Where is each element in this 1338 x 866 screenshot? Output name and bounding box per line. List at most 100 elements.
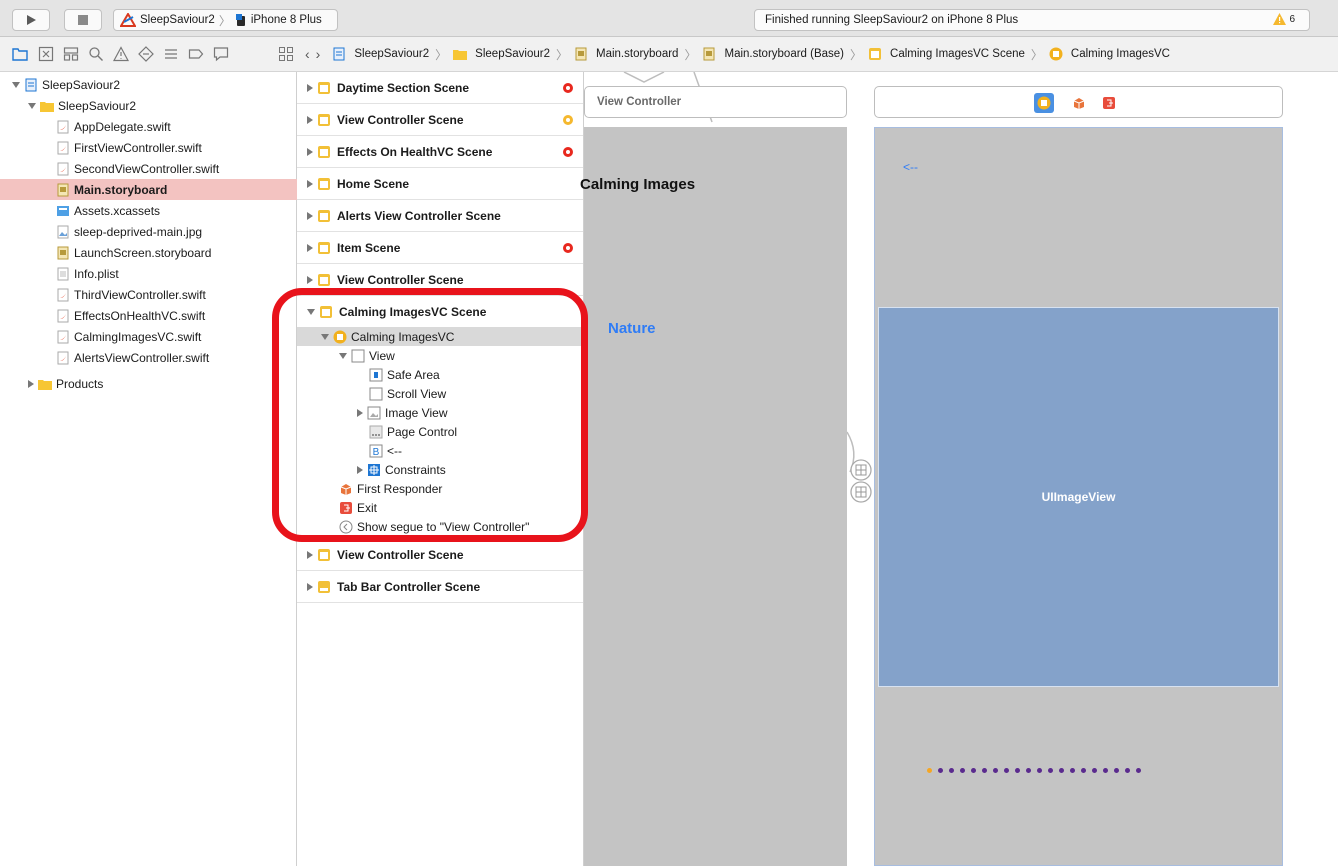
scene-calming-imagesvc[interactable]: Calming ImagesVC Scene [297, 296, 583, 327]
disclosure-closed-icon[interactable] [28, 379, 34, 388]
outline-constraints-row[interactable]: Constraints [357, 460, 446, 479]
related-items-icon[interactable] [278, 46, 294, 62]
disclosure-open-icon[interactable] [321, 333, 329, 340]
outline-safe-area-row[interactable]: Safe Area [369, 365, 440, 384]
page-indicator-dot[interactable] [949, 768, 954, 773]
page-indicator-dot[interactable] [960, 768, 965, 773]
breadcrumb-storyboard-base[interactable]: Main.storyboard (Base) [702, 47, 844, 61]
nature-link-button[interactable]: Nature [608, 320, 656, 337]
view-controller-title-bar[interactable]: View Controller [584, 86, 847, 118]
disclosure-open-icon[interactable] [28, 102, 36, 109]
outline-exit-row[interactable]: Exit [339, 498, 377, 517]
outline-scroll-view-row[interactable]: Scroll View [369, 384, 446, 403]
page-indicator-dot[interactable] [927, 768, 932, 773]
page-indicator-dot[interactable] [1125, 768, 1130, 773]
forward-chevron-icon[interactable]: › [316, 46, 321, 62]
calming-imagesvc-frame[interactable]: <-- UIImageView [874, 127, 1283, 866]
page-indicator-dot[interactable] [1103, 768, 1108, 773]
disclosure-closed-icon[interactable] [307, 148, 313, 156]
report-navigator-icon[interactable] [213, 46, 229, 62]
disclosure-closed-icon[interactable] [307, 212, 313, 220]
scheme-selector[interactable]: SleepSaviour2 〉 iPhone 8 Plus [113, 9, 338, 31]
page-indicator-dot[interactable] [1037, 768, 1042, 773]
page-indicator-dot[interactable] [1070, 768, 1075, 773]
breadcrumb-project[interactable]: SleepSaviour2 [332, 47, 429, 61]
source-control-navigator-icon[interactable] [38, 46, 54, 62]
outline-viewcontroller-row[interactable]: Calming ImagesVC [297, 327, 583, 346]
error-status-icon[interactable] [563, 147, 573, 157]
debug-navigator-icon[interactable] [163, 46, 179, 62]
page-indicator-dot[interactable] [1015, 768, 1020, 773]
storyboard-canvas[interactable]: View Controller Calming Images Nature <-… [580, 72, 1338, 866]
breadcrumb-storyboard[interactable]: Main.storyboard [574, 47, 678, 61]
outline-view-row[interactable]: View [339, 346, 395, 365]
page-indicator-dot[interactable] [1114, 768, 1119, 773]
outline-image-view-row[interactable]: Image View [357, 403, 447, 422]
disclosure-closed-icon[interactable] [357, 408, 363, 417]
outline-page-control-row[interactable]: Page Control [369, 422, 457, 441]
scene-row-bottom-0[interactable]: View Controller Scene [297, 540, 583, 571]
page-indicator-dot[interactable] [993, 768, 998, 773]
dock-viewcontroller-button[interactable] [1034, 93, 1054, 113]
page-indicator-dot[interactable] [938, 768, 943, 773]
run-button[interactable] [12, 9, 50, 31]
symbol-navigator-icon[interactable] [63, 46, 79, 62]
navigator-group-row[interactable]: SleepSaviour2 [0, 95, 324, 116]
page-indicator-dot[interactable] [1004, 768, 1009, 773]
page-indicator-dot[interactable] [1026, 768, 1031, 773]
navigator-products-row[interactable]: Products [0, 373, 324, 394]
disclosure-closed-icon[interactable] [357, 465, 363, 474]
segue-connector-icon[interactable] [849, 480, 873, 504]
scene-row-top-0[interactable]: Daytime Section Scene [297, 73, 583, 104]
scene-row-top-6[interactable]: View Controller Scene [297, 265, 583, 296]
page-control[interactable] [927, 768, 1141, 773]
disclosure-open-icon[interactable] [12, 81, 20, 88]
page-indicator-dot[interactable] [982, 768, 987, 773]
calming-images-vc-frame[interactable]: Calming Images Nature [580, 127, 847, 866]
breakpoint-navigator-icon[interactable] [188, 46, 204, 62]
stop-button[interactable] [64, 9, 102, 31]
warning-indicator[interactable]: 6 [1273, 13, 1295, 25]
scene-row-top-2[interactable]: Effects On HealthVC Scene [297, 137, 583, 168]
warning-status-icon[interactable] [563, 115, 573, 125]
breadcrumb-group[interactable]: SleepSaviour2 [453, 47, 550, 61]
exit-icon[interactable] [1102, 96, 1116, 110]
disclosure-closed-icon[interactable] [307, 84, 313, 92]
find-navigator-icon[interactable] [88, 46, 104, 62]
error-status-icon[interactable] [563, 83, 573, 93]
image-view[interactable]: UIImageView [878, 307, 1279, 687]
disclosure-open-icon[interactable] [339, 352, 347, 359]
scene-row-top-4[interactable]: Alerts View Controller Scene [297, 201, 583, 232]
segue-connector-icon[interactable] [849, 458, 873, 482]
page-indicator-dot[interactable] [1136, 768, 1141, 773]
page-indicator-dot[interactable] [971, 768, 976, 773]
error-status-icon[interactable] [563, 243, 573, 253]
breadcrumb-scene[interactable]: Calming ImagesVC Scene [868, 47, 1025, 61]
back-button[interactable]: <-- [903, 160, 918, 174]
folder-navigator-icon[interactable] [12, 46, 28, 62]
outline-segue-row[interactable]: Show segue to "View Controller" [339, 517, 529, 536]
back-chevron-icon[interactable]: ‹ [305, 46, 310, 62]
disclosure-closed-icon[interactable] [307, 551, 313, 559]
page-indicator-dot[interactable] [1048, 768, 1053, 773]
navigator-project-row[interactable]: SleepSaviour2 [0, 74, 308, 95]
outline-first-responder-row[interactable]: First Responder [339, 479, 442, 498]
page-indicator-dot[interactable] [1092, 768, 1097, 773]
test-navigator-icon[interactable] [138, 46, 154, 62]
breadcrumb-viewcontroller[interactable]: Calming ImagesVC [1049, 47, 1170, 61]
page-indicator-dot[interactable] [1059, 768, 1064, 773]
disclosure-closed-icon[interactable] [307, 180, 313, 188]
disclosure-closed-icon[interactable] [307, 583, 313, 591]
scene-row-top-5[interactable]: Item Scene [297, 233, 583, 264]
disclosure-closed-icon[interactable] [307, 116, 313, 124]
issue-navigator-icon[interactable] [113, 46, 129, 62]
scene-row-top-1[interactable]: View Controller Scene [297, 105, 583, 136]
outline-back-button-row[interactable]: B <-- [369, 441, 402, 460]
first-responder-icon[interactable] [1072, 96, 1086, 110]
disclosure-closed-icon[interactable] [307, 276, 313, 284]
disclosure-closed-icon[interactable] [307, 244, 313, 252]
page-indicator-dot[interactable] [1081, 768, 1086, 773]
disclosure-open-icon[interactable] [307, 308, 315, 315]
scene-row-bottom-1[interactable]: Tab Bar Controller Scene [297, 572, 583, 603]
scene-row-top-3[interactable]: Home Scene [297, 169, 583, 200]
